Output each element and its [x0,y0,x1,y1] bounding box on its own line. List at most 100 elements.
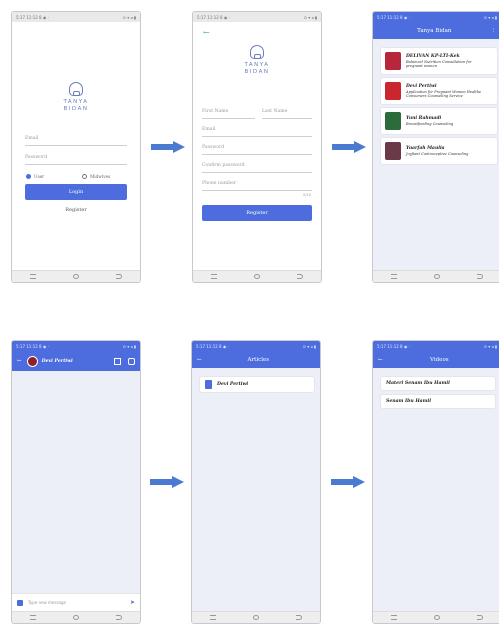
app-bar: Tanya Bidan ⋮ [373,22,499,39]
logo-text-line2: BIDAN [63,106,89,112]
role-midwife-label: Midwives [90,174,111,179]
role-user-label: User [34,174,45,179]
message-area [12,371,140,593]
status-left: 5:17 11:12 8 ◉ · [377,343,410,349]
status-right: ⊙ ▾ ◂ ▮ [122,14,136,20]
nav-home-icon[interactable] [253,274,260,279]
midwife-logo-icon [250,45,264,59]
nav-menu-icon[interactable] [391,274,398,279]
password-field[interactable]: Password [25,153,127,165]
counselor-photo [385,52,401,70]
content-area [192,368,320,611]
phone-char-counter: 0/10 [303,193,311,197]
status-bar: 5:17 11:12 8 ◉ · ⊙ ▾ ◂ ▮ [373,12,499,22]
status-left: 5:17 11:12 8 ◉ · [16,14,49,20]
article-icon[interactable] [114,357,121,365]
password-field[interactable]: Password [202,143,312,155]
overflow-menu-icon[interactable]: ⋮ [491,28,497,34]
article-icon [205,380,212,389]
avatar [26,355,38,367]
nav-home-icon[interactable] [72,274,79,279]
status-right: ⊙ ▾ ◂ ▮ [302,343,316,349]
topics-screen: 5:17 11:12 8 ◉ · ⊙ ▾ ◂ ▮ Tanya Bidan ⋮ D… [372,11,499,283]
nav-home-icon[interactable] [433,274,440,279]
nav-home-icon[interactable] [252,615,259,620]
topic-card[interactable]: Yuni Rahmadi Breastfeeding Counseling [381,108,497,134]
status-bar: 5:17 11:12 8 ◉ · ⊙ ▾ ◂ ▮ [12,341,140,351]
nav-menu-icon[interactable] [211,274,218,279]
email-field[interactable]: Email [202,125,312,137]
video-item[interactable]: Senam Ibu Hamil [381,395,495,408]
phone-field[interactable]: Phone number [202,179,312,191]
page-title: Tanya Bidan [417,27,452,34]
first-name-field[interactable]: First Name [202,107,255,119]
app-bar: ← Videos [373,351,499,368]
send-icon[interactable]: ➤ [130,599,135,606]
message-composer: Type new message ➤ [12,593,140,611]
status-left: 5:17 11:12 8 ◉ · [16,343,49,349]
login-screen: 5:17 11:12 8 ◉ · ⊙ ▾ ◂ ▮ TANYA BIDAN Ema… [11,11,141,283]
status-right: ⊙ ▾ ◂ ▮ [303,14,317,20]
register-button[interactable]: Register [202,205,312,221]
articles-screen: 5:17 11:12 8 ◉ · ⊙ ▾ ◂ ▮ ← Articles Devi… [191,340,321,624]
status-bar: 5:17 11:12 8 ◉ · ⊙ ▾ ◂ ▮ [193,12,321,22]
back-arrow-icon[interactable]: ← [17,358,22,364]
email-field[interactable]: Email [25,134,127,146]
flow-arrow-icon [331,476,365,488]
image-attach-icon[interactable] [17,599,23,606]
topic-card[interactable]: Yuarfah Maulia Joyfiant Contraceptive Co… [381,138,497,164]
topic-subtitle: Joyfiant Contraceptive Counseling [406,151,469,156]
role-midwife-radio[interactable]: Midwives [82,174,110,179]
topic-card[interactable]: DELIVAN KP-LTI-Kek Balanced Nutrition Co… [381,48,497,74]
login-button[interactable]: Login [25,184,127,200]
nav-menu-icon[interactable] [210,615,217,620]
confirm-password-field[interactable]: Confirm password [202,161,312,173]
topic-subtitle: Balanced Nutrition Consultation for preg… [406,59,472,69]
logo-text-line2: BIDAN [244,69,270,75]
system-nav-bar [12,270,140,282]
system-nav-bar [373,611,499,623]
nav-back-icon[interactable] [295,615,302,620]
flow-arrow-icon [150,476,184,488]
flow-arrow-icon [151,141,185,153]
nav-back-icon[interactable] [115,615,122,620]
register-link[interactable]: Register [12,207,140,213]
back-arrow-icon[interactable]: ← [203,28,210,37]
status-left: 5:17 11:12 8 ◉ · [197,14,230,20]
chat-contact-name: Devi Pertiwi [41,358,73,364]
status-right: ⊙ ▾ ◂ ▮ [483,14,497,20]
role-user-radio[interactable]: User [26,174,44,179]
video-icon[interactable] [128,357,135,365]
status-right: ⊙ ▾ ◂ ▮ [122,343,136,349]
status-bar: 5:17 11:12 8 ◉ · ⊙ ▾ ◂ ▮ [373,341,499,351]
nav-back-icon[interactable] [476,274,483,279]
topic-subtitle: Application for Pregnant Women Healthe C… [406,89,482,99]
nav-menu-icon[interactable] [391,615,398,620]
video-item[interactable]: Materi Senam Ibu Hamil [381,377,495,390]
system-nav-bar [12,611,140,623]
video-title: Senam Ibu Hamil [386,399,431,404]
nav-back-icon[interactable] [115,274,122,279]
nav-back-icon[interactable] [296,274,303,279]
videos-screen: 5:17 11:12 8 ◉ · ⊙ ▾ ◂ ▮ ← Videos Materi… [372,340,499,624]
nav-menu-icon[interactable] [30,615,37,620]
article-item[interactable]: Devi Pertiwi [200,377,314,392]
page-title: Articles [247,356,270,363]
nav-home-icon[interactable] [72,615,79,620]
message-input[interactable]: Type new message [28,600,130,605]
app-logo: TANYA BIDAN [12,82,140,113]
app-logo: TANYA BIDAN [193,45,321,76]
midwife-logo-icon [69,82,83,96]
logo-text-line1: TANYA [244,62,270,68]
article-title: Devi Pertiwi [217,382,249,387]
topic-card[interactable]: Devi Pertiwi Application for Pregnant Wo… [381,78,497,104]
system-nav-bar [193,270,321,282]
page-title: Videos [430,356,449,363]
nav-back-icon[interactable] [476,615,483,620]
system-nav-bar [373,270,499,282]
nav-home-icon[interactable] [433,615,440,620]
nav-menu-icon[interactable] [30,274,37,279]
status-left: 5:17 11:12 8 ◉ · [377,14,410,20]
status-left: 5:17 11:12 8 ◉ · [196,343,229,349]
last-name-field[interactable]: Last Name [262,107,312,119]
